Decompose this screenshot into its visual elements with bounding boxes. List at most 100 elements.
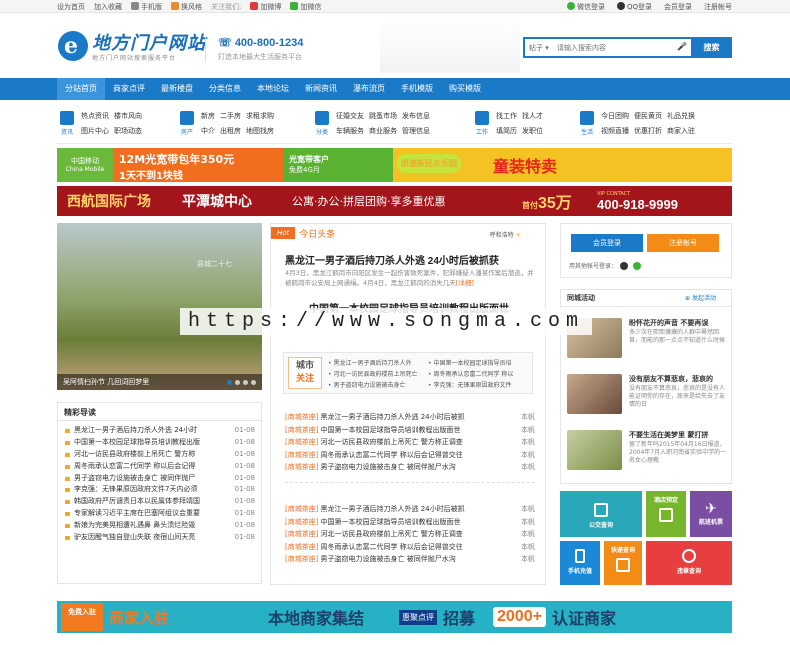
news-item[interactable]: [商城茶座] 黑龙江一男子酒后持刀杀人外逃 24小时后被抓 本帆 — [285, 503, 535, 516]
subnav-link[interactable]: 发布信息 — [402, 111, 430, 121]
news-tag[interactable]: [商城茶座] — [285, 424, 318, 437]
subnav-link[interactable]: 职场动态 — [114, 126, 142, 136]
city-link[interactable]: 周冬雨承认恋富二代同学 称以 — [428, 369, 528, 378]
tile-recharge[interactable]: 手机充值 — [560, 541, 600, 585]
subnav-link[interactable]: 填简历 — [496, 126, 517, 136]
nav-home[interactable]: 分站首页 — [57, 78, 105, 100]
city-link[interactable]: 李克强：无锋果原因政府文件 — [428, 380, 528, 389]
featured-item[interactable]: 新娘为完美晃相遭礼遇鼻 鼻头溃烂险毁 01-08 — [64, 520, 255, 532]
news-tag[interactable]: [商城茶座] — [285, 541, 318, 554]
subnav-link[interactable]: 中介 — [201, 126, 215, 136]
news-title[interactable]: 黑龙江一男子酒后持刀杀人外逃 24小时后被抓 — [320, 503, 517, 516]
city-link[interactable]: 中国第一本校园足球指导员培 — [428, 358, 528, 367]
featured-item[interactable]: 李克强：无锋果原因政府文件7天内必须 01-08 — [64, 484, 255, 496]
city-link[interactable]: 黑龙江一男子酒后持刀杀人外 — [328, 358, 428, 367]
nav-forum[interactable]: 本地论坛 — [249, 78, 297, 100]
subnav-link[interactable]: 今日团购 — [601, 111, 629, 121]
news-tag[interactable]: [商城茶座] — [285, 553, 318, 566]
logo-title[interactable]: 地方门户网站 — [92, 29, 206, 55]
community-item[interactable]: 不要生活在美梦里 蒙打拼 留了新年吗2015年04月16日报道，2004年7月入… — [567, 430, 727, 472]
set-homepage-link[interactable]: 设为首页 — [57, 2, 85, 12]
news-title[interactable]: 河北一访民县政府楼前上吊死亡 警方称正调查 — [320, 436, 517, 449]
featured-item[interactable]: 男子盗窃电力设施被击身亡 被同伴抛尸 01-08 — [64, 473, 255, 485]
news-title[interactable]: 中国第一本校园足球指导员培训教程出版面世 — [320, 516, 517, 529]
subnav-link[interactable]: 找工作 — [496, 111, 517, 121]
subnav-link[interactable]: 二手房 — [220, 111, 241, 121]
slider-dot[interactable] — [243, 380, 248, 385]
subnav-link[interactable]: 征婚交友 — [336, 111, 364, 121]
subnav-link[interactable]: 发职位 — [522, 126, 543, 136]
news-title[interactable]: 河北一访民县政府楼前上吊死亡 警方称正调查 — [320, 528, 517, 541]
subnav-link[interactable]: 便民黄页 — [634, 111, 662, 121]
news-title[interactable]: 中国第一本校园足球指导员培训教程出版面世 — [320, 424, 517, 437]
subnav-link[interactable]: 地图找房 — [246, 126, 274, 136]
news-tag[interactable]: [商城茶座] — [285, 436, 318, 449]
subnav-link[interactable]: 出租房 — [220, 126, 241, 136]
nav-waterfall[interactable]: 瀑布流页 — [345, 78, 393, 100]
wechat-login-link[interactable]: 微信登录 — [566, 2, 605, 12]
tile-express[interactable]: 快递查询 — [604, 541, 642, 585]
news-tag[interactable]: [商城茶座] — [285, 411, 318, 424]
subnav-link[interactable]: 视频直播 — [601, 126, 629, 136]
search-button[interactable]: 搜索 — [691, 37, 732, 58]
subnav-link[interactable]: 优惠打折 — [634, 126, 662, 136]
featured-item[interactable]: 驴友因醒气独自登山失联 夜宿山间天亮 01-08 — [64, 532, 255, 544]
qq-login-link[interactable]: QQ登录 — [616, 2, 652, 12]
city-link[interactable]: 河北一访民县政府楼前上吊死亡 — [328, 369, 428, 378]
news-title[interactable]: 黑龙江一男子酒后持刀杀人外逃 24小时后被抓 — [320, 411, 517, 424]
news-item[interactable]: [商城茶座] 周冬雨承认恋富二代同学 称以后会记得曾交往 本帆 — [285, 449, 535, 462]
subnav-link[interactable]: 礼品兑换 — [667, 111, 695, 121]
subnav-link[interactable]: 楼市风向 — [114, 111, 142, 121]
search-input[interactable] — [557, 41, 677, 55]
wechat-icon[interactable] — [633, 261, 642, 270]
read-more-link[interactable]: [详细] — [456, 279, 474, 287]
news-tag[interactable]: [商城茶座] — [285, 449, 318, 462]
tile-bus[interactable]: 公交查询 — [560, 491, 642, 537]
news-item[interactable]: [商城茶座] 中国第一本校园足球指导员培训教程出版面世 本帆 — [285, 516, 535, 529]
subnav-link[interactable]: 车辆服务 — [336, 126, 364, 136]
tile-flight[interactable]: ✈ 航班机票 — [690, 491, 732, 537]
nav-mobile-template[interactable]: 手机模版 — [393, 78, 441, 100]
featured-item[interactable]: 韩国政府严厉谴责日本以民属体参拜靖国 01-08 — [64, 496, 255, 508]
subnav-link[interactable]: 找人才 — [522, 111, 543, 121]
weibo-link[interactable]: 加微博 — [250, 2, 281, 12]
qq-icon[interactable] — [620, 261, 629, 270]
register-link[interactable]: 注册帐号 — [704, 2, 732, 12]
slider-dot[interactable] — [251, 380, 256, 385]
register-button[interactable]: 注册帐号 — [647, 234, 719, 252]
nav-news[interactable]: 新闻资讯 — [297, 78, 345, 100]
subnav-link[interactable]: 管理信息 — [402, 126, 430, 136]
news-item[interactable]: [商城茶座] 男子盗窃电力设施被击身亡 被同伴抛尸水沟 本帆 — [285, 461, 535, 474]
tile-violation[interactable]: 违章查询 — [646, 541, 732, 585]
change-style-link[interactable]: 换风格 — [171, 2, 202, 12]
featured-item[interactable]: 黑龙江一男子酒后持刀杀人外逃 24小时 01-08 — [64, 425, 255, 437]
member-login-link[interactable]: 会员登录 — [664, 2, 692, 12]
subnav-link[interactable]: 热点资讯 — [81, 111, 109, 121]
nav-buy-template[interactable]: 购买模版 — [441, 78, 489, 100]
subnav-link[interactable]: 图片中心 — [81, 126, 109, 136]
nav-classifieds[interactable]: 分类信息 — [201, 78, 249, 100]
news-title[interactable]: 周冬雨承认恋富二代同学 称以后会记得曾交往 — [320, 449, 517, 462]
featured-item[interactable]: 专家解读习近平主席在巴塞阿组议会重要 01-08 — [64, 508, 255, 520]
news-item[interactable]: [商城茶座] 河北一访民县政府楼前上吊死亡 警方称正调查 本帆 — [285, 436, 535, 449]
news-title[interactable]: 男子盗窃电力设施被击身亡 被同伴抛尸水沟 — [320, 461, 517, 474]
news-item[interactable]: [商城茶座] 男子盗窃电力设施被击身亡 被同伴抛尸水沟 本帆 — [285, 553, 535, 566]
news-item[interactable]: [商城茶座] 河北一访民县政府楼前上吊死亡 警方称正调查 本帆 — [285, 528, 535, 541]
subnav-link[interactable]: 商家入驻 — [667, 126, 695, 136]
logo-icon[interactable]: e — [58, 31, 88, 61]
nav-new-homes[interactable]: 最新楼盘 — [153, 78, 201, 100]
slider-dot[interactable] — [235, 380, 240, 385]
wechat-link[interactable]: 加微信 — [290, 2, 321, 12]
news-tag[interactable]: [商城茶座] — [285, 516, 318, 529]
community-item[interactable]: 没有朋友不算悲哀，悲哀的 没有朋友不算悲哀，悲哀的是没有人能证明你的存在，原来是… — [567, 374, 727, 416]
ad-banner-realestate[interactable]: 西航国际广场 平潭城中心 公寓·办公·拼层团购·享多重优惠 首付35万 VIP … — [57, 186, 732, 216]
news-tag[interactable]: [商城茶座] — [285, 461, 318, 474]
news-item[interactable]: [商城茶座] 黑龙江一男子酒后持刀杀人外逃 24小时后被抓 本帆 — [285, 411, 535, 424]
post-event-link[interactable]: ⊕ 发起活动 — [685, 293, 716, 302]
ad-banner-telecom[interactable]: 中国移动 China Mobile 12M光宽带包年350元 1天不到1块钱 光… — [57, 148, 732, 182]
news-title[interactable]: 周冬雨承认恋富二代同学 称以后会记得曾交往 — [320, 541, 517, 554]
news-tag[interactable]: [商城茶座] — [285, 528, 318, 541]
subnav-link[interactable]: 跳蚤市场 — [369, 111, 397, 121]
nav-merchant-reviews[interactable]: 商家点评 — [105, 78, 153, 100]
featured-item[interactable]: 中国第一本校园足球指导员培训教程出版 01-08 — [64, 437, 255, 449]
